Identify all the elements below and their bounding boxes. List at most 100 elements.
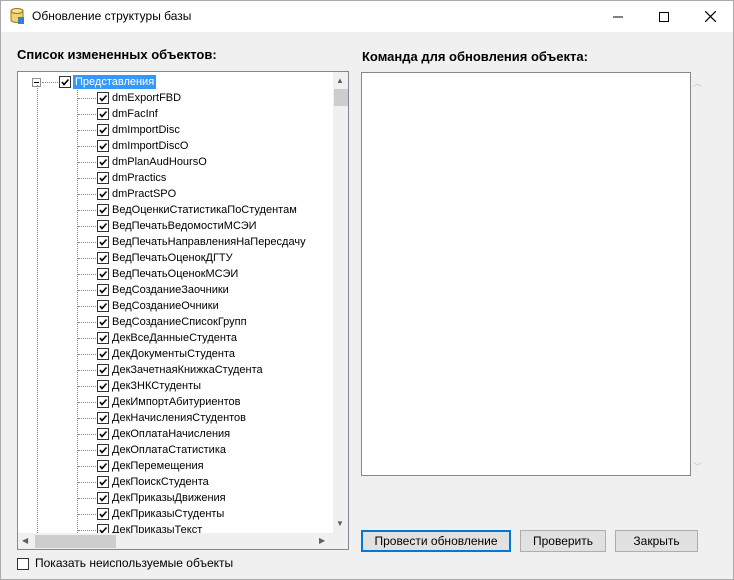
tree-root-label[interactable]: Представления	[73, 75, 157, 89]
tree-node-label[interactable]: ДекПриказыТекст	[112, 523, 202, 533]
tree-node-checkbox[interactable]	[97, 300, 109, 312]
tree-node[interactable]: ВедПечатьОценокМСЭИ	[18, 266, 333, 282]
tree-node-checkbox[interactable]	[97, 508, 109, 520]
tree-node[interactable]: ДекОплатаНачисления	[18, 426, 333, 442]
tree-node[interactable]: dmPlanAudHoursO	[18, 154, 333, 170]
tree-root-node[interactable]: Представления	[18, 74, 333, 90]
tree-node-checkbox[interactable]	[97, 108, 109, 120]
tree-node[interactable]: dmFacInf	[18, 106, 333, 122]
hscroll-thumb[interactable]	[35, 535, 116, 548]
tree-node-checkbox[interactable]	[97, 252, 109, 264]
tree-node-label[interactable]: ВедОценкиСтатистикаПоСтудентам	[112, 203, 297, 217]
tree-node[interactable]: ДекВсеДанныеСтудента	[18, 330, 333, 346]
tree-node-checkbox[interactable]	[97, 428, 109, 440]
tree-vertical-scrollbar[interactable]: ▲ ▼	[333, 72, 348, 533]
tree-node[interactable]: dmImportDisc	[18, 122, 333, 138]
tree-node[interactable]: dmImportDiscO	[18, 138, 333, 154]
tree-node-checkbox[interactable]	[97, 124, 109, 136]
scroll-left-icon[interactable]: ◀	[22, 536, 28, 546]
root-checkbox[interactable]	[59, 76, 71, 88]
apply-update-button[interactable]: Провести обновление	[361, 530, 511, 552]
tree-node-checkbox[interactable]	[97, 396, 109, 408]
tree-node-label[interactable]: ДекПриказыДвижения	[112, 491, 226, 505]
tree-node-checkbox[interactable]	[97, 460, 109, 472]
tree-node-label[interactable]: ДекИмпортАбитуриентов	[112, 395, 241, 409]
tree-node[interactable]: ДекОплатаСтатистика	[18, 442, 333, 458]
tree-node[interactable]: ВедПечатьНаправленияНаПересдачу	[18, 234, 333, 250]
tree-node-label[interactable]: ВедПечатьНаправленияНаПересдачу	[112, 235, 306, 249]
tree-node-label[interactable]: ДекОплатаСтатистика	[112, 443, 226, 457]
tree-node[interactable]: ВедПечатьВедомостиМСЭИ	[18, 218, 333, 234]
tree-node-label[interactable]: dmPlanAudHoursO	[112, 155, 207, 169]
tree-node-label[interactable]: dmPractics	[112, 171, 166, 185]
tree-node-checkbox[interactable]	[97, 524, 109, 533]
tree-node-checkbox[interactable]	[97, 220, 109, 232]
tree-node-checkbox[interactable]	[97, 156, 109, 168]
tree-node[interactable]: ДекЗНКСтуденты	[18, 378, 333, 394]
show-unused-checkbox[interactable]	[17, 558, 29, 570]
tree-node[interactable]: ДекНачисленияСтудентов	[18, 410, 333, 426]
tree-node-label[interactable]: ВедСозданиеОчники	[112, 299, 219, 313]
tree-node-checkbox[interactable]	[97, 316, 109, 328]
tree-node-checkbox[interactable]	[97, 332, 109, 344]
tree-node-label[interactable]: dmPractSPO	[112, 187, 176, 201]
tree-node-label[interactable]: dmFacInf	[112, 107, 158, 121]
tree-node[interactable]: ДекПоискСтудента	[18, 474, 333, 490]
tree-node-checkbox[interactable]	[97, 236, 109, 248]
tree-node-label[interactable]: ДекЗНКСтуденты	[112, 379, 201, 393]
tree-node-checkbox[interactable]	[97, 140, 109, 152]
tree-node[interactable]: ДекДокументыСтудента	[18, 346, 333, 362]
tree-node-label[interactable]: ВедПечатьОценокМСЭИ	[112, 267, 238, 281]
tree-node[interactable]: ВедСозданиеОчники	[18, 298, 333, 314]
tree-node-checkbox[interactable]	[97, 444, 109, 456]
tree-node[interactable]: ВедСозданиеСписокГрупп	[18, 314, 333, 330]
tree-node-label[interactable]: ВедПечатьОценокДГТУ	[112, 251, 233, 265]
maximize-button[interactable]	[641, 1, 687, 32]
tree-node[interactable]: dmPractics	[18, 170, 333, 186]
tree-node[interactable]: ВедПечатьОценокДГТУ	[18, 250, 333, 266]
tree-node-label[interactable]: dmImportDiscO	[112, 139, 188, 153]
scroll-down-icon[interactable]: ▼	[336, 519, 344, 529]
tree-node-label[interactable]: ДекНачисленияСтудентов	[112, 411, 246, 425]
tree-node-label[interactable]: ДекВсеДанныеСтудента	[112, 331, 237, 345]
tree-node-label[interactable]: ДекЗачетнаяКнижкаСтудента	[112, 363, 263, 377]
tree-node[interactable]: ДекПеремещения	[18, 458, 333, 474]
tree-node-checkbox[interactable]	[97, 364, 109, 376]
tree-node-checkbox[interactable]	[97, 492, 109, 504]
scroll-thumb[interactable]	[334, 89, 348, 106]
tree-node-checkbox[interactable]	[97, 284, 109, 296]
tree-node-label[interactable]: ДекПеремещения	[112, 459, 204, 473]
title-bar[interactable]: Обновление структуры базы	[1, 1, 733, 32]
tree-node-label[interactable]: ДекПоискСтудента	[112, 475, 209, 489]
tree-node-label[interactable]: ДекДокументыСтудента	[112, 347, 235, 361]
tree-node-label[interactable]: ДекПриказыСтуденты	[112, 507, 224, 521]
tree-horizontal-scrollbar[interactable]: ◀ ▶	[18, 533, 333, 549]
minimize-button[interactable]	[595, 1, 641, 32]
tree-node[interactable]: ДекПриказыСтуденты	[18, 506, 333, 522]
tree-node-label[interactable]: ДекОплатаНачисления	[112, 427, 230, 441]
tree-node-checkbox[interactable]	[97, 172, 109, 184]
tree-node[interactable]: dmPractSPO	[18, 186, 333, 202]
close-button[interactable]: Закрыть	[615, 530, 698, 552]
tree-node-checkbox[interactable]	[97, 268, 109, 280]
tree-node-checkbox[interactable]	[97, 412, 109, 424]
changed-objects-tree[interactable]: Представления dmExportFBD dmFacInf dmImpor…	[17, 71, 349, 550]
tree-node-checkbox[interactable]	[97, 380, 109, 392]
scroll-right-icon[interactable]: ▶	[319, 536, 325, 546]
update-command-textbox[interactable]	[361, 72, 691, 476]
tree-node[interactable]: dmExportFBD	[18, 90, 333, 106]
tree-node-checkbox[interactable]	[97, 92, 109, 104]
tree-node-checkbox[interactable]	[97, 204, 109, 216]
scroll-up-icon[interactable]: ▲	[336, 76, 344, 86]
tree-node-label[interactable]: ВедПечатьВедомостиМСЭИ	[112, 219, 257, 233]
close-window-button[interactable]	[687, 1, 733, 32]
tree-node-checkbox[interactable]	[97, 188, 109, 200]
tree-node[interactable]: ДекИмпортАбитуриентов	[18, 394, 333, 410]
tree-node-checkbox[interactable]	[97, 476, 109, 488]
tree-node[interactable]: ДекПриказыТекст	[18, 522, 333, 533]
tree-node-label[interactable]: ВедСозданиеСписокГрупп	[112, 315, 247, 329]
tree-node-label[interactable]: dmExportFBD	[112, 91, 181, 105]
tree-node-checkbox[interactable]	[97, 348, 109, 360]
tree-node[interactable]: ДекЗачетнаяКнижкаСтудента	[18, 362, 333, 378]
tree-node[interactable]: ВедСозданиеЗаочники	[18, 282, 333, 298]
